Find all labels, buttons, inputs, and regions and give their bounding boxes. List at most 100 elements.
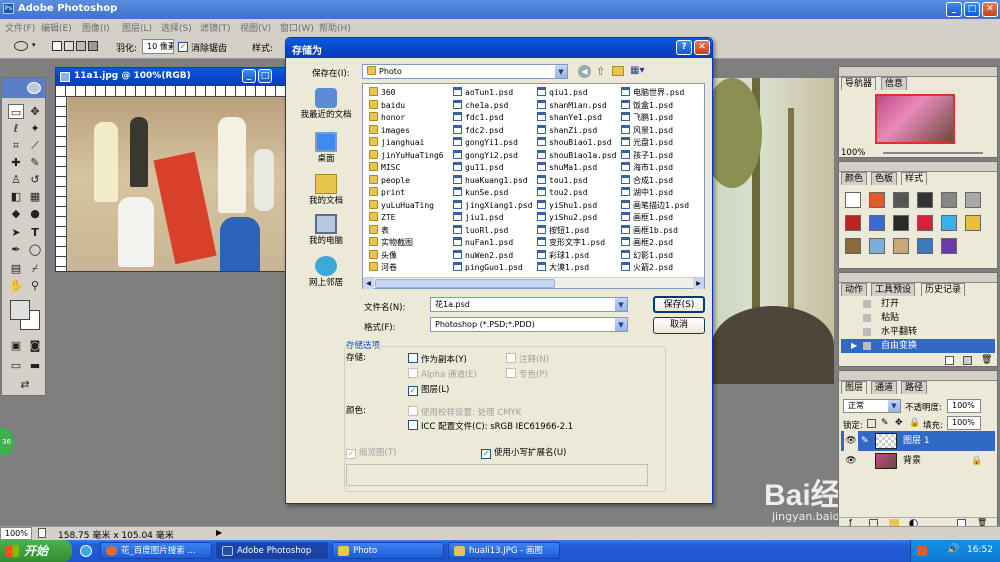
nav-network-places[interactable]: 网上邻居 [294,256,358,289]
new-folder-icon[interactable] [612,66,624,76]
quicklaunch-ie-icon[interactable] [80,545,92,557]
file-item[interactable]: 光盘1.psd [621,137,673,150]
tab-history[interactable]: 历史记录 [921,283,966,296]
dialog-close-button[interactable]: ✕ [694,40,710,55]
taskbar-item-photoshop[interactable]: Adobe Photoshop [216,542,328,559]
side-badge[interactable]: 36 [0,428,14,456]
style-swatch[interactable] [869,215,885,231]
tab-navigator[interactable]: 导航器 [841,77,877,90]
file-item[interactable]: 湖中1.psd [621,187,673,200]
doc-maximize-button[interactable]: □ [258,69,272,83]
style-swatch[interactable] [917,215,933,231]
file-item[interactable]: 合成1.psd [621,174,673,188]
file-item[interactable]: 画框1b.psd [621,224,678,238]
folder-item[interactable]: 表 [369,224,389,238]
view-menu-icon[interactable]: ▦▾ [630,65,644,76]
style-swatch[interactable] [941,238,957,254]
tab-tool-presets[interactable]: 工具预设 [871,283,916,296]
healing-brush-icon[interactable]: ✚ [8,155,24,170]
file-item[interactable]: che1a.psd [453,99,508,113]
up-folder-icon[interactable]: ⇧ [596,65,605,78]
lock-position-icon[interactable]: ✥ [895,418,903,428]
nav-my-computer[interactable]: 我的电脑 [294,214,358,247]
menu-view[interactable]: 视图(V) [240,21,271,34]
file-item[interactable]: huaKuang1.psd [453,174,528,188]
file-item[interactable]: shouBiao1.psd [537,137,612,150]
eyedropper-icon[interactable]: ⌿ [27,261,43,276]
file-item[interactable]: 海市1.psd [621,162,673,175]
style-swatch[interactable] [941,192,957,208]
file-item[interactable]: 孩子1.psd [621,149,673,163]
file-item[interactable]: 饭盒1.psd [621,99,673,113]
file-item[interactable]: luoRl.psd [453,224,508,238]
style-swatch[interactable] [965,215,981,231]
screen-mode-icon[interactable]: ▭ [8,358,24,373]
style-swatch[interactable] [845,215,861,231]
scroll-left-icon[interactable]: ◀ [363,278,374,289]
folder-item[interactable]: 360 [369,87,395,100]
history-new-document-icon[interactable] [945,356,954,365]
folder-item[interactable]: 头像 [369,249,397,263]
folder-item[interactable]: 河卷 [369,262,397,275]
nav-recent-documents[interactable]: 我最近的文档 [294,88,358,121]
antialias-checkbox[interactable]: ✓ [178,42,188,52]
layers-option[interactable]: ✓ 图层(L) [408,383,449,396]
file-item[interactable]: gu11.psd [453,162,504,175]
marquee-tool-icon[interactable]: ▭ [8,104,24,119]
style-swatch[interactable] [941,215,957,231]
nav-my-documents[interactable]: 我的文档 [294,174,358,207]
save-in-dropdown[interactable]: Photo ▼ [362,64,568,79]
taskbar-item-folder[interactable]: Photo [332,542,444,559]
file-item[interactable]: shouBiao1a.psd [537,149,616,163]
blur-tool-icon[interactable]: ◆ [8,206,24,221]
icc-option[interactable]: ICC 配置文件(C): sRGB IEC61966-2.1 [408,420,573,432]
tab-actions[interactable]: 动作 [841,283,868,296]
tray-volume-icon[interactable]: 🔊 [947,544,959,555]
file-item[interactable]: qiu1.psd [537,87,588,100]
folder-item[interactable]: MISC [369,162,400,175]
folder-item[interactable]: honor [369,112,405,125]
history-new-snapshot-icon[interactable] [963,356,972,365]
standard-mode-icon[interactable]: ▣ [8,338,24,353]
history-item[interactable]: 打开 [841,297,995,311]
gradient-tool-icon[interactable]: ▦ [27,189,43,204]
tray-icon[interactable] [917,546,927,556]
scroll-thumb[interactable] [375,279,555,288]
tab-channels[interactable]: 通道 [871,381,898,394]
minimize-button[interactable]: _ [946,2,962,17]
lock-all-icon[interactable]: 🔒 [909,418,920,428]
type-tool-icon[interactable]: T [27,225,43,240]
file-item[interactable]: 画框1.psd [621,212,673,225]
tab-styles[interactable]: 样式 [901,172,928,185]
folder-item[interactable]: baidu [369,99,405,113]
lasso-tool-icon[interactable]: ℓ [8,121,24,136]
layer-row[interactable]: 👁 背景 🔒 [841,451,995,471]
menu-filter[interactable]: 滤镜(T) [200,21,231,34]
menu-select[interactable]: 选择(S) [161,21,192,34]
zoom-tool-icon[interactable]: ⚲ [27,278,43,293]
fullscreen-mode-icon[interactable]: ▬ [27,358,43,373]
file-item[interactable]: shanMian.psd [537,99,607,113]
tab-swatches[interactable]: 色板 [871,172,898,185]
back-icon[interactable]: ◀ [578,65,591,78]
hand-tool-icon[interactable]: ✋ [8,278,24,293]
file-item[interactable]: yiShu1.psd [537,199,597,213]
file-item[interactable]: 风景1.psd [621,124,673,138]
history-item[interactable]: 粘贴 [841,311,995,325]
magic-wand-icon[interactable]: ✦ [27,121,43,136]
folder-item[interactable]: 实物截图 [369,237,413,250]
icc-checkbox[interactable] [408,420,418,430]
shape-tool-icon[interactable]: ◯ [27,242,43,257]
style-swatch[interactable] [893,215,909,231]
doc-minimize-button[interactable]: _ [242,69,256,83]
folder-item[interactable]: people [369,174,410,188]
move-tool-icon[interactable]: ✥ [27,104,43,119]
eye-icon[interactable]: 👁 [844,431,858,451]
file-item[interactable]: 画框2.psd [621,237,673,250]
lock-pixels-icon[interactable]: ✎ [881,418,889,428]
file-item[interactable]: shanYe1.psd [537,112,602,125]
filename-input[interactable]: 花1a.psd ▼ [430,297,628,312]
scroll-right-icon[interactable]: ▶ [693,278,704,289]
file-item[interactable]: tou1.psd [537,174,588,188]
folder-item[interactable]: jianghuai [369,137,424,150]
